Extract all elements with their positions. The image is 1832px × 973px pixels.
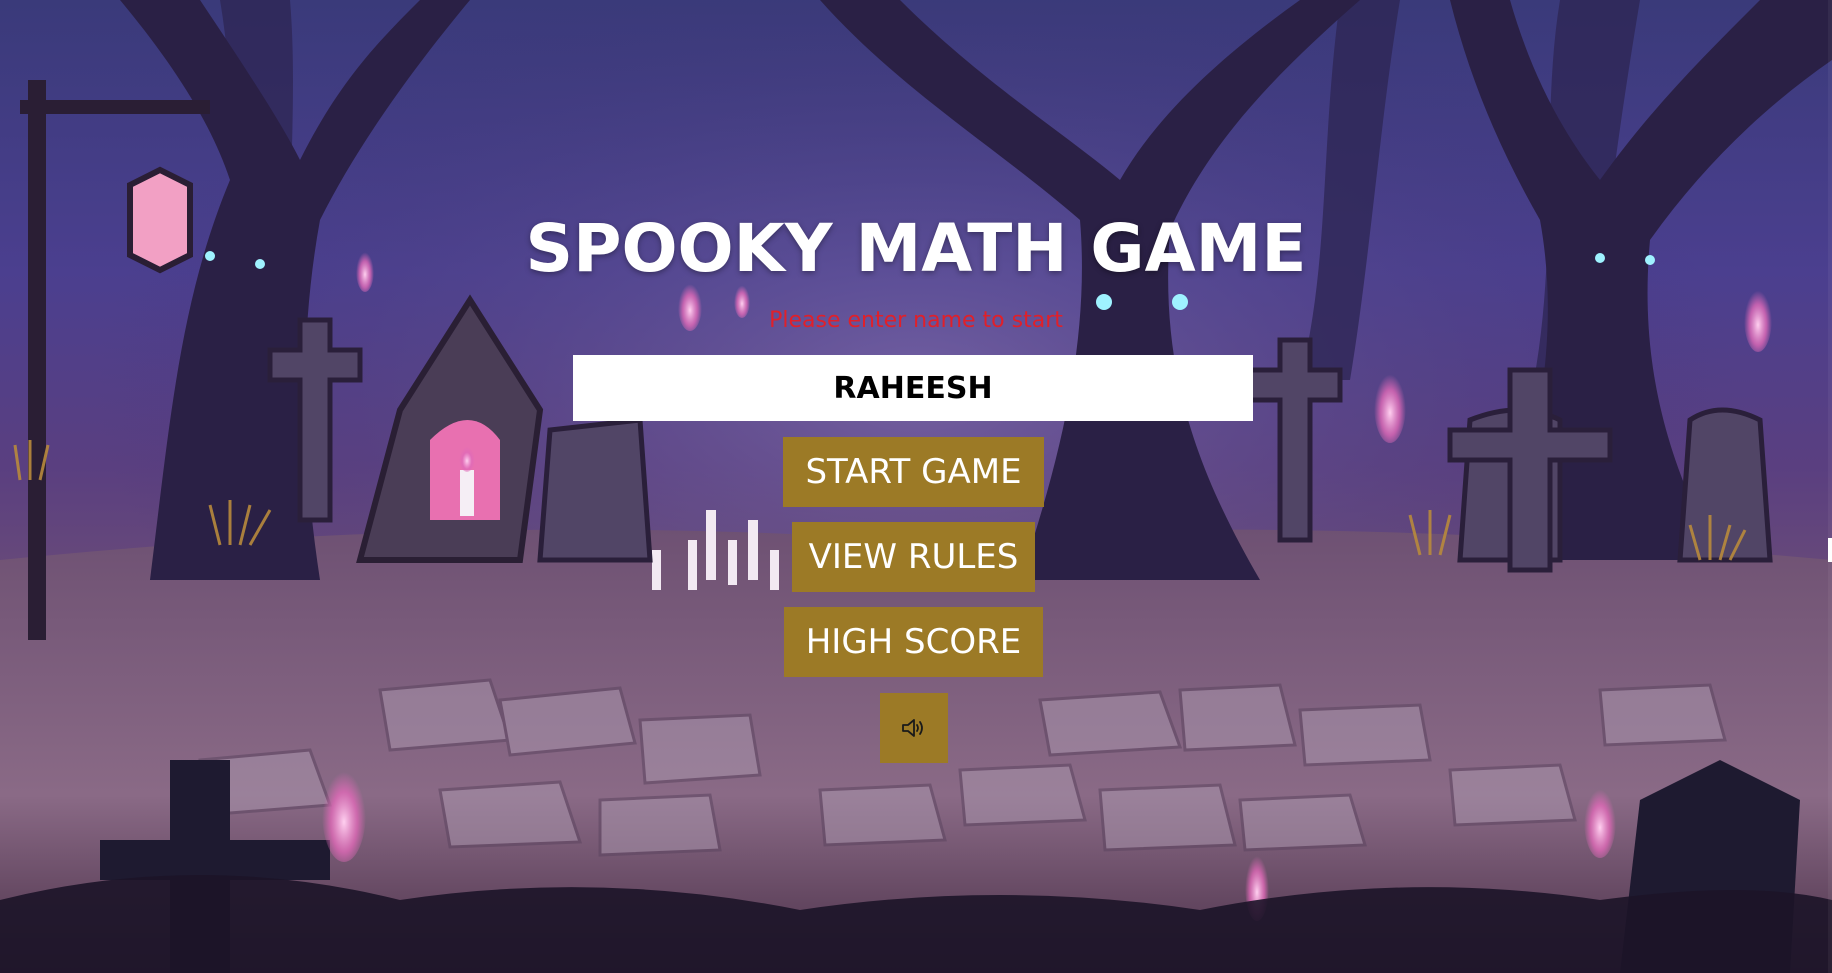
game-title: SPOOKY MATH GAME xyxy=(525,210,1307,287)
speaker-icon xyxy=(902,719,923,737)
start-game-button[interactable]: START GAME xyxy=(783,437,1044,507)
scrollbar-thumb[interactable] xyxy=(1828,538,1832,562)
main-menu: SPOOKY MATH GAME Please enter name to st… xyxy=(0,0,1832,973)
scrollbar-track[interactable] xyxy=(1828,0,1832,973)
view-rules-button[interactable]: VIEW RULES xyxy=(792,522,1035,592)
sound-toggle-button[interactable] xyxy=(880,693,948,763)
high-score-button[interactable]: HIGH SCORE xyxy=(784,607,1043,677)
game-screen: SPOOKY MATH GAME Please enter name to st… xyxy=(0,0,1832,973)
player-name-input[interactable] xyxy=(573,355,1253,421)
name-prompt: Please enter name to start xyxy=(769,308,1063,333)
